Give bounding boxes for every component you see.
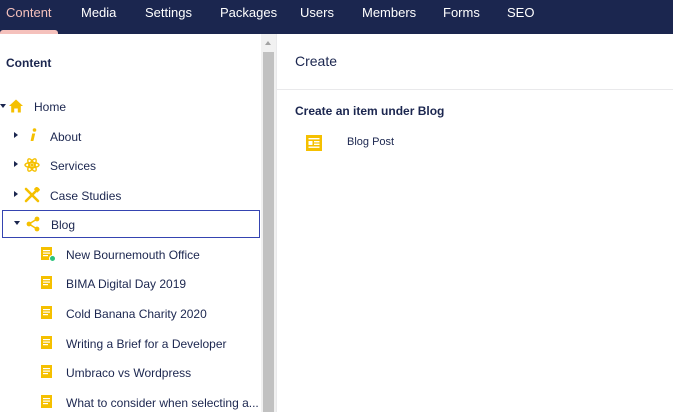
document-icon bbox=[306, 135, 322, 151]
nav-tab-settings[interactable]: Settings bbox=[145, 0, 192, 34]
document-icon bbox=[41, 365, 52, 378]
tree-node-label: Writing a Brief for a Developer bbox=[66, 337, 227, 351]
create-option-label: Blog Post bbox=[347, 136, 395, 148]
share-icon bbox=[26, 216, 40, 232]
new-status-badge bbox=[49, 255, 56, 262]
create-subheading: Create an item under Blog bbox=[295, 104, 445, 118]
tree-node-label: Services bbox=[50, 159, 97, 173]
tree-node-bima-digital-day-2019[interactable]: BIMA Digital Day 2019 bbox=[0, 269, 261, 297]
tree-node-writing-a-brief[interactable]: Writing a Brief for a Developer bbox=[0, 329, 261, 357]
tree-node-label: Home bbox=[34, 100, 67, 114]
tree-node-label: Cold Banana Charity 2020 bbox=[66, 307, 207, 321]
create-option-blog-post[interactable]: Blog Post bbox=[295, 130, 495, 154]
scrollbar-thumb[interactable] bbox=[263, 52, 274, 412]
atom-icon bbox=[24, 158, 40, 172]
tree-node-home[interactable]: Home bbox=[0, 92, 261, 120]
tree-node-label: About bbox=[50, 130, 82, 144]
divider bbox=[277, 89, 673, 90]
tree-node-about[interactable]: About bbox=[0, 122, 261, 150]
tree-node-umbraco-vs-wordpress[interactable]: Umbraco vs Wordpress bbox=[0, 358, 261, 386]
tree-node-label: What to consider when selecting a... bbox=[66, 396, 259, 410]
tree-node-services[interactable]: Services bbox=[0, 151, 261, 179]
nav-tab-media[interactable]: Media bbox=[81, 0, 116, 34]
nav-tab-packages[interactable]: Packages bbox=[220, 0, 277, 34]
caret-right-icon[interactable] bbox=[14, 161, 18, 167]
page-title: Create bbox=[295, 53, 338, 69]
document-icon bbox=[41, 395, 52, 408]
top-navigation: Content Media Settings Packages Users Me… bbox=[0, 0, 673, 34]
create-panel: Create Create an item under Blog Blog Po… bbox=[276, 34, 673, 412]
document-icon bbox=[41, 247, 56, 262]
home-icon bbox=[9, 99, 23, 113]
tree-node-label: Case Studies bbox=[50, 189, 122, 203]
tree-node-cold-banana-charity-2020[interactable]: Cold Banana Charity 2020 bbox=[0, 299, 261, 327]
tree-node-label: New Bournemouth Office bbox=[66, 248, 200, 262]
document-icon bbox=[41, 306, 52, 319]
document-icon bbox=[41, 276, 52, 289]
tree-node-case-studies[interactable]: Case Studies bbox=[0, 181, 261, 209]
nav-tab-members[interactable]: Members bbox=[362, 0, 416, 34]
nav-tab-users[interactable]: Users bbox=[300, 0, 334, 34]
caret-right-icon[interactable] bbox=[14, 132, 18, 138]
tree-node-what-to-consider[interactable]: What to consider when selecting a... bbox=[0, 388, 261, 412]
nav-tab-seo[interactable]: SEO bbox=[507, 0, 534, 34]
tree-node-new-bournemouth-office[interactable]: New Bournemouth Office bbox=[0, 240, 261, 268]
tools-icon bbox=[24, 187, 40, 203]
tree-node-label: BIMA Digital Day 2019 bbox=[66, 277, 187, 291]
info-icon bbox=[30, 128, 37, 141]
nav-tab-content[interactable]: Content bbox=[0, 0, 58, 34]
document-icon bbox=[41, 336, 52, 349]
scroll-up-arrow-icon[interactable] bbox=[265, 41, 271, 45]
tree-scrollbar[interactable] bbox=[261, 34, 276, 412]
nav-tab-forms[interactable]: Forms bbox=[443, 0, 480, 34]
tree-heading: Content bbox=[6, 56, 52, 70]
caret-down-icon[interactable] bbox=[14, 221, 20, 225]
caret-right-icon[interactable] bbox=[14, 191, 18, 197]
content-tree-panel: Content Home About Services Case Studies… bbox=[0, 34, 261, 412]
tree-node-blog[interactable]: Blog bbox=[2, 210, 260, 238]
caret-down-icon[interactable] bbox=[0, 104, 6, 108]
tree-node-label: Blog bbox=[51, 218, 76, 232]
tree-node-label: Umbraco vs Wordpress bbox=[66, 366, 192, 380]
